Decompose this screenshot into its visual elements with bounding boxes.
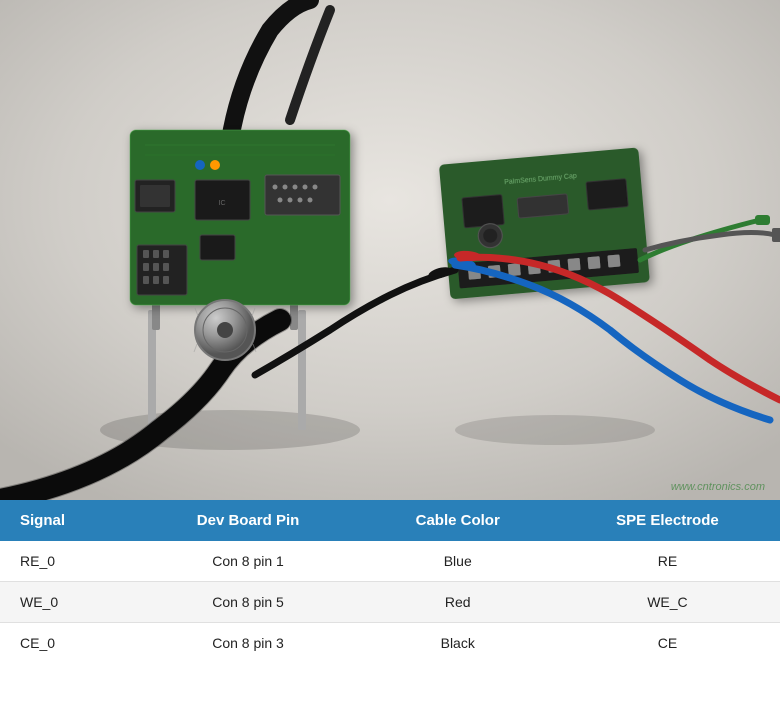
- table-row: RE_0 Con 8 pin 1 Blue RE: [0, 541, 780, 582]
- pin-re0: Con 8 pin 1: [136, 541, 361, 582]
- col-cable-color: Cable Color: [361, 500, 555, 541]
- color-ce0: Black: [361, 623, 555, 664]
- col-dev-board-pin: Dev Board Pin: [136, 500, 361, 541]
- signal-ce0: CE_0: [0, 623, 136, 664]
- color-we0: Red: [361, 582, 555, 623]
- table-row: WE_0 Con 8 pin 5 Red WE_C: [0, 582, 780, 623]
- electrode-re0: RE: [555, 541, 780, 582]
- svg-text:www.cntronics.com: www.cntronics.com: [671, 481, 765, 493]
- electrode-we0: WE_C: [555, 582, 780, 623]
- color-re0: Blue: [361, 541, 555, 582]
- scene-illustration: IC: [0, 0, 780, 500]
- signal-re0: RE_0: [0, 541, 136, 582]
- col-spe-electrode: SPE Electrode: [555, 500, 780, 541]
- connection-table: Signal Dev Board Pin Cable Color SPE Ele…: [0, 500, 780, 663]
- table-section: Signal Dev Board Pin Cable Color SPE Ele…: [0, 500, 780, 709]
- main-container: IC: [0, 0, 780, 709]
- electrode-ce0: CE: [555, 623, 780, 664]
- table-header-row: Signal Dev Board Pin Cable Color SPE Ele…: [0, 500, 780, 541]
- pin-we0: Con 8 pin 5: [136, 582, 361, 623]
- table-row: CE_0 Con 8 pin 3 Black CE: [0, 623, 780, 664]
- pin-ce0: Con 8 pin 3: [136, 623, 361, 664]
- col-signal: Signal: [0, 500, 136, 541]
- svg-text:IC: IC: [219, 200, 226, 207]
- signal-we0: WE_0: [0, 582, 136, 623]
- photo-section: IC: [0, 0, 780, 500]
